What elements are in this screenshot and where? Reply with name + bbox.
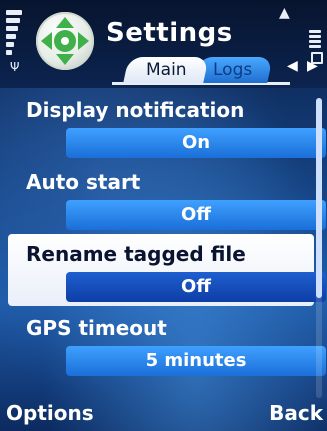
setting-value[interactable]: On bbox=[66, 128, 326, 158]
setting-label: Rename tagged file bbox=[26, 242, 246, 266]
setting-auto-start[interactable]: Auto start Off bbox=[22, 164, 326, 234]
scrollbar[interactable] bbox=[316, 98, 322, 398]
tab-main[interactable]: Main bbox=[123, 57, 209, 83]
tab-right-arrow-icon[interactable]: ▶ bbox=[307, 58, 318, 74]
header: Ψ Settings ▲ Main Logs ◀ ▶ bbox=[0, 0, 327, 88]
setting-label: Display notification bbox=[26, 98, 245, 122]
antenna-icon: Ψ bbox=[10, 60, 20, 74]
status-triangle-icon: ▲ bbox=[279, 5, 290, 21]
gps-navigator-icon bbox=[36, 12, 94, 70]
setting-label: GPS timeout bbox=[26, 316, 167, 340]
setting-value[interactable]: Off bbox=[66, 272, 326, 302]
tab-left-arrow-icon[interactable]: ◀ bbox=[287, 58, 298, 74]
setting-value[interactable]: Off bbox=[66, 200, 326, 230]
setting-value[interactable]: 5 minutes bbox=[66, 346, 326, 376]
setting-label: Auto start bbox=[26, 170, 141, 194]
back-softkey[interactable]: Back bbox=[269, 401, 323, 425]
setting-gps-timeout[interactable]: GPS timeout 5 minutes bbox=[22, 310, 326, 380]
setting-display-notification[interactable]: Display notification On bbox=[22, 92, 326, 162]
page-title: Settings bbox=[106, 18, 233, 48]
scrollbar-thumb[interactable] bbox=[316, 98, 322, 298]
settings-screen: Ψ Settings ▲ Main Logs ◀ ▶ Display notif… bbox=[0, 0, 327, 431]
setting-rename-tagged-file[interactable]: Rename tagged file Off bbox=[8, 234, 326, 306]
options-softkey[interactable]: Options bbox=[6, 401, 94, 425]
